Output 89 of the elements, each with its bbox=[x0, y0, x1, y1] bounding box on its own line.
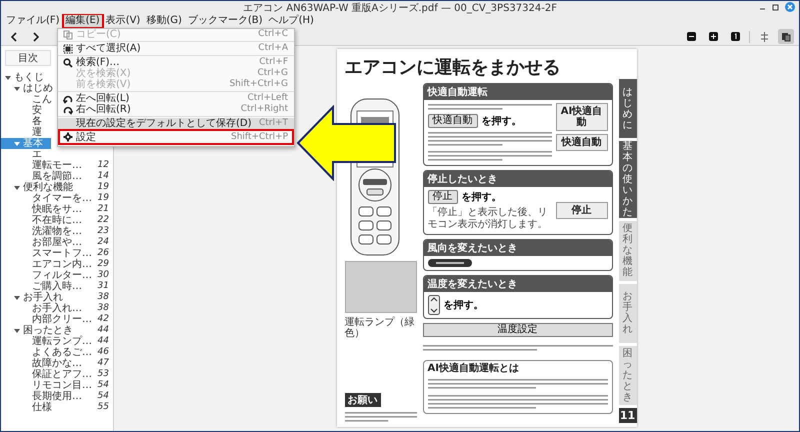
toc-item[interactable]: 快眠をサ… 21 bbox=[1, 204, 113, 215]
gear-icon bbox=[62, 132, 72, 142]
expand-arrow-icon[interactable] bbox=[13, 326, 21, 334]
menu-item[interactable]: 検索(F)… Ctrl+F bbox=[58, 57, 294, 68]
toc-item[interactable]: ご購入時… 31 bbox=[1, 281, 113, 292]
rotate-right-icon bbox=[62, 104, 72, 114]
menu-title[interactable]: ブックマーク(B) bbox=[184, 14, 266, 28]
minus-icon bbox=[686, 32, 696, 41]
close-icon[interactable] bbox=[785, 2, 795, 12]
toc-item[interactable]: お部屋や… 24 bbox=[1, 237, 113, 248]
toc-item[interactable]: もくじ bbox=[1, 72, 48, 83]
menu-item[interactable]: 設定 Shift+Ctrl+P bbox=[58, 129, 294, 145]
page-reference-drawing bbox=[428, 259, 472, 267]
search-icon bbox=[62, 58, 72, 68]
toc-item[interactable]: 風を調節… 14 bbox=[1, 171, 113, 182]
toc-item[interactable]: 内部クリー… 42 bbox=[1, 314, 113, 325]
toc-item[interactable]: エ bbox=[1, 149, 46, 160]
toc-item[interactable]: 運転ランプ… 44 bbox=[1, 336, 113, 347]
menu-title[interactable]: 表示(V) bbox=[102, 14, 144, 28]
toc-item[interactable]: 安 bbox=[1, 105, 46, 116]
menu-title[interactable]: 編集(E) bbox=[62, 14, 103, 28]
toc-item[interactable]: タイマーを… 19 bbox=[1, 193, 113, 204]
expand-arrow-icon[interactable] bbox=[13, 294, 21, 302]
chevron-left-icon bbox=[10, 32, 18, 42]
one-to-one-icon bbox=[730, 32, 740, 41]
rotate-left-icon bbox=[62, 94, 72, 104]
sidebar-tab[interactable]: 目次 bbox=[5, 50, 51, 66]
page-heading: エアコンに運転をまかせる bbox=[344, 56, 562, 79]
view-mode-button[interactable] bbox=[778, 29, 794, 44]
expand-arrow-icon[interactable] bbox=[13, 84, 21, 92]
note-label: お願い bbox=[344, 393, 380, 407]
menu-item[interactable]: 右へ回転(R) Ctrl+Right bbox=[58, 104, 294, 115]
toc-item[interactable]: 便利な機能 19 bbox=[1, 182, 113, 193]
photo-caption: 運転ランプ（緑色） bbox=[344, 317, 416, 339]
toc-item[interactable]: よくあるご… 46 bbox=[1, 347, 113, 358]
toc-item[interactable]: 運 bbox=[1, 127, 46, 138]
menu-title[interactable]: ファイル(F) bbox=[3, 14, 63, 28]
section-heading: 停止したいとき bbox=[424, 171, 612, 187]
window-title: エアコン AN63WAP-W 重版Aシリーズ.pdf — 00_CV_3PS37324-2F bbox=[243, 2, 557, 14]
toc-item[interactable]: エアコン内… 29 bbox=[1, 259, 113, 270]
select-all-icon bbox=[62, 44, 72, 54]
info-title: AI快適自動運転とは bbox=[426, 361, 520, 375]
toc-item[interactable]: 長期使用… 54 bbox=[1, 391, 113, 402]
instruction-text: を押す。 bbox=[482, 114, 522, 128]
menu-item[interactable]: すべて選択(A) Ctrl+A bbox=[58, 43, 294, 54]
up-down-key-icon bbox=[428, 295, 440, 315]
section-heading: 温度を変えたいとき bbox=[424, 276, 612, 292]
instruction-text: を押す。 bbox=[444, 298, 484, 312]
toc-item[interactable]: お手入れ… 38 bbox=[1, 303, 113, 314]
toc-item[interactable]: お手入れ 38 bbox=[1, 292, 113, 303]
toc-item[interactable]: 仕様 55 bbox=[1, 402, 113, 413]
toc-item[interactable]: はじめ bbox=[1, 83, 57, 94]
expand-arrow-icon[interactable] bbox=[4, 74, 12, 82]
toc-item[interactable]: 運転モー… 12 bbox=[1, 160, 113, 171]
toc-item[interactable]: 各 bbox=[1, 116, 46, 127]
toc-item[interactable]: リモコン目… 54 bbox=[1, 380, 113, 391]
photo-placeholder bbox=[344, 261, 416, 313]
toc-item[interactable]: 不在時に… 22 bbox=[1, 215, 113, 226]
page-number: 11 bbox=[618, 408, 636, 423]
page-layout-icon bbox=[760, 32, 768, 42]
pages-icon bbox=[781, 32, 791, 42]
toc-item[interactable]: スマートフ… 26 bbox=[1, 248, 113, 259]
menu-title[interactable]: ヘルプ(H) bbox=[266, 14, 317, 28]
note-text: 「停止」と表示した後、リモコン表示が消灯します。 bbox=[428, 207, 548, 231]
table-heading: 温度設定 bbox=[422, 323, 612, 337]
restore-icon[interactable] bbox=[772, 4, 779, 10]
toc-item[interactable]: フィルター… 30 bbox=[1, 270, 113, 281]
expand-arrow-icon[interactable] bbox=[13, 184, 21, 192]
display-label: AI快適自動 bbox=[556, 103, 608, 131]
display-label: 快適自動 bbox=[556, 134, 608, 151]
toc-item[interactable]: 困ったとき 44 bbox=[1, 325, 113, 336]
text-lines-drawing bbox=[344, 411, 416, 423]
toc-item[interactable]: 故障かな… 47 bbox=[1, 358, 113, 369]
section-heading: 風向を変えたいとき bbox=[424, 240, 612, 256]
instruction-text: を押す。 bbox=[462, 190, 502, 204]
menu-item[interactable]: 左へ回転(L) Ctrl+Left bbox=[58, 93, 294, 104]
toc-item[interactable]: 保証とアフ… 53 bbox=[1, 369, 113, 380]
menu-title[interactable]: 移動(G) bbox=[143, 14, 185, 28]
copy-icon bbox=[62, 30, 72, 40]
toc-item[interactable]: 洗濯物を… 23 bbox=[1, 226, 113, 237]
menu-item[interactable]: 現在の設定をデフォルトとして保存(D) Ctrl+T bbox=[58, 118, 294, 129]
remote-key-label: 停止 bbox=[428, 190, 458, 204]
plus-icon bbox=[708, 32, 718, 41]
remote-key-label: 快適自動 bbox=[428, 114, 478, 128]
toc-item[interactable]: こん bbox=[1, 94, 56, 105]
expand-arrow-icon[interactable] bbox=[13, 140, 21, 148]
display-label: 停止 bbox=[556, 202, 608, 219]
section-heading: 快適自動運転 bbox=[424, 84, 612, 100]
chevron-right-icon bbox=[32, 32, 40, 42]
